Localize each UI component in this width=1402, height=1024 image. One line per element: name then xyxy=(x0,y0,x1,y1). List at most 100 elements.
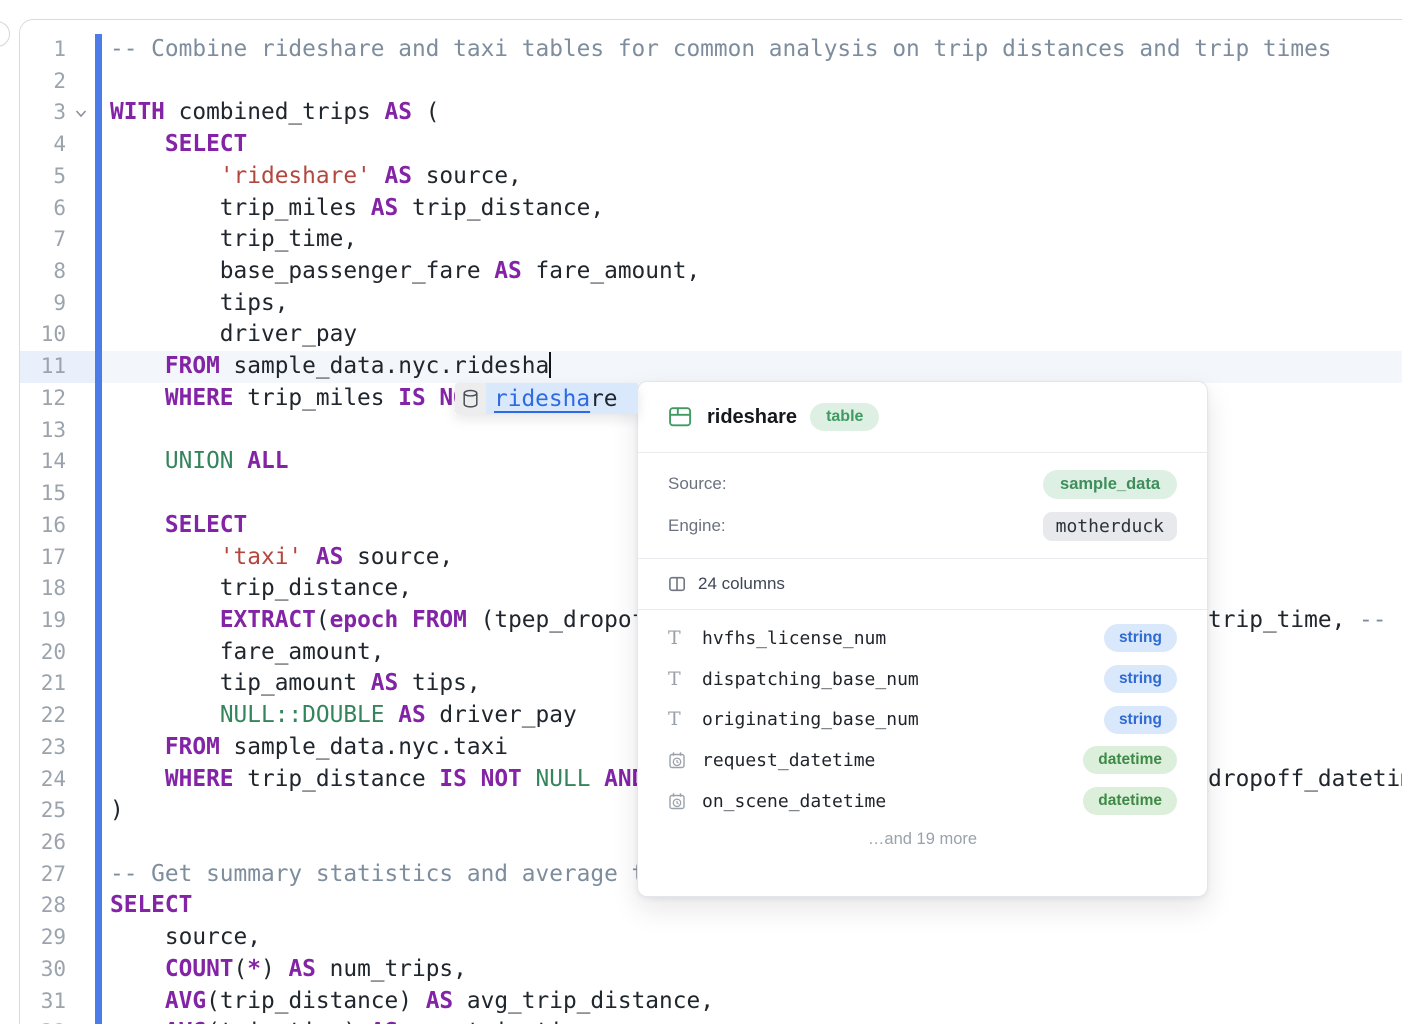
code-line[interactable]: 7 trip_time, xyxy=(20,224,1402,256)
line-number: 20 xyxy=(20,637,66,669)
change-bar xyxy=(95,1017,102,1024)
fold-gutter xyxy=(66,764,95,796)
change-bar xyxy=(95,795,102,827)
column-name: hvfhs_license_num xyxy=(702,628,886,649)
code-line[interactable]: 4 SELECT xyxy=(20,129,1402,161)
change-bar xyxy=(95,764,102,796)
change-bar xyxy=(95,732,102,764)
column-type-badge: string xyxy=(1104,624,1177,652)
fold-gutter xyxy=(66,542,95,574)
fold-gutter xyxy=(66,859,95,891)
line-number: 18 xyxy=(20,573,66,605)
fold-gutter xyxy=(66,573,95,605)
engine-row: Engine: motherduck xyxy=(668,505,1177,547)
calendar-clock-icon xyxy=(668,751,690,770)
column-row: on_scene_datetimedatetime xyxy=(668,781,1177,822)
change-bar xyxy=(95,34,102,66)
code-text: trip_miles AS trip_distance, xyxy=(102,193,1402,225)
change-bar xyxy=(95,510,102,542)
fold-gutter xyxy=(66,986,95,1018)
fold-gutter xyxy=(66,478,95,510)
fold-gutter xyxy=(66,288,95,320)
engine-badge: motherduck xyxy=(1043,512,1177,541)
code-line[interactable]: 3WITH combined_trips AS ( xyxy=(20,97,1402,129)
line-number: 29 xyxy=(20,922,66,954)
code-text xyxy=(102,66,1402,98)
change-bar xyxy=(95,415,102,447)
partial-side-button[interactable] xyxy=(0,21,10,47)
line-number: 14 xyxy=(20,446,66,478)
fold-gutter xyxy=(66,415,95,447)
fold-gutter xyxy=(66,890,95,922)
column-row: Tdispatching_base_numstring xyxy=(668,659,1177,700)
code-line[interactable]: 1-- Combine rideshare and taxi tables fo… xyxy=(20,34,1402,66)
code-line[interactable]: 2 xyxy=(20,66,1402,98)
column-row: Toriginating_base_numstring xyxy=(668,699,1177,740)
change-bar xyxy=(95,256,102,288)
change-bar xyxy=(95,383,102,415)
change-bar xyxy=(95,986,102,1018)
code-line[interactable]: 5 'rideshare' AS source, xyxy=(20,161,1402,193)
columns-count-row: 24 columns xyxy=(638,559,1207,610)
fold-chevron-icon[interactable] xyxy=(66,97,95,129)
change-bar xyxy=(95,859,102,891)
code-text: source, xyxy=(102,922,1402,954)
autocomplete-rest-text: re xyxy=(590,386,617,412)
code-line[interactable]: 30 COUNT(*) AS num_trips, xyxy=(20,954,1402,986)
fold-gutter xyxy=(66,700,95,732)
line-number: 30 xyxy=(20,954,66,986)
app-root: 1-- Combine rideshare and taxi tables fo… xyxy=(0,0,1402,1024)
change-bar xyxy=(95,478,102,510)
table-name: rideshare xyxy=(707,406,797,429)
fold-gutter xyxy=(66,605,95,637)
fold-gutter xyxy=(66,795,95,827)
table-card-header: rideshare table xyxy=(638,382,1207,453)
line-number: 1 xyxy=(20,34,66,66)
autocomplete-item-rideshare[interactable]: rideshare xyxy=(486,383,638,414)
change-bar xyxy=(95,700,102,732)
line-number: 9 xyxy=(20,288,66,320)
source-row: Source: sample_data xyxy=(668,463,1177,505)
fold-gutter xyxy=(66,1017,95,1024)
column-name: on_scene_datetime xyxy=(702,791,886,812)
column-name: dispatching_base_num xyxy=(702,669,919,690)
code-line[interactable]: 11 FROM sample_data.nyc.ridesha xyxy=(20,351,1402,383)
change-bar xyxy=(95,319,102,351)
fold-gutter xyxy=(66,66,95,98)
change-bar xyxy=(95,954,102,986)
code-line[interactable]: 29 source, xyxy=(20,922,1402,954)
code-line[interactable]: 9 tips, xyxy=(20,288,1402,320)
fold-gutter xyxy=(66,193,95,225)
line-number: 31 xyxy=(20,986,66,1018)
engine-label: Engine: xyxy=(668,516,726,536)
autocomplete-match-text: ridesha xyxy=(494,386,590,412)
source-label: Source: xyxy=(668,474,727,494)
code-text: SELECT xyxy=(102,129,1402,161)
code-text: WITH combined_trips AS ( xyxy=(102,97,1402,129)
fold-gutter xyxy=(66,319,95,351)
columns-count-label: 24 columns xyxy=(698,574,785,594)
line-number: 13 xyxy=(20,415,66,447)
database-icon xyxy=(455,383,486,414)
line-number: 25 xyxy=(20,795,66,827)
line-number: 6 xyxy=(20,193,66,225)
table-card-info: Source: sample_data Engine: motherduck xyxy=(638,453,1207,559)
code-line[interactable]: 31 AVG(trip_distance) AS avg_trip_distan… xyxy=(20,986,1402,1018)
fold-gutter xyxy=(66,34,95,66)
change-bar xyxy=(95,66,102,98)
code-line[interactable]: 10 driver_pay xyxy=(20,319,1402,351)
line-number: 12 xyxy=(20,383,66,415)
code-line[interactable]: 6 trip_miles AS trip_distance, xyxy=(20,193,1402,225)
line-number: 23 xyxy=(20,732,66,764)
source-badge: sample_data xyxy=(1043,470,1177,499)
fold-gutter xyxy=(66,129,95,161)
fold-gutter xyxy=(66,446,95,478)
line-number: 26 xyxy=(20,827,66,859)
code-line[interactable]: 8 base_passenger_fare AS fare_amount, xyxy=(20,256,1402,288)
code-text: base_passenger_fare AS fare_amount, xyxy=(102,256,1402,288)
columns-icon xyxy=(668,575,686,593)
table-icon xyxy=(668,405,692,429)
column-type-badge: string xyxy=(1104,706,1177,734)
fold-gutter xyxy=(66,954,95,986)
code-line[interactable]: 32 AVG(trip_time) AS avg_trip_time, xyxy=(20,1017,1402,1024)
